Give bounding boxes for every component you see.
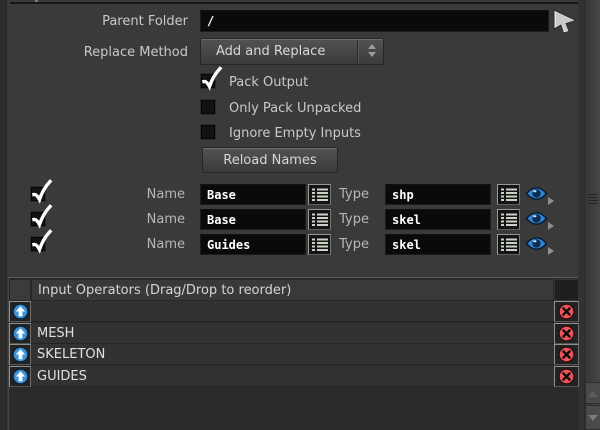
vertical-scrollbar[interactable] (584, 0, 600, 430)
list-item[interactable] (31, 301, 554, 322)
dropdown-spinner-icon (368, 44, 376, 57)
list-menu-icon (500, 188, 517, 201)
scroll-up-button[interactable] (585, 382, 600, 404)
move-up-icon (12, 325, 28, 342)
ignore-empty-inputs-label: Ignore Empty Inputs (229, 126, 361, 141)
table-header-right-cell (554, 279, 579, 301)
row2-name-label: Name (146, 212, 185, 227)
row1-name-menu-button[interactable] (308, 184, 331, 205)
ignore-empty-inputs-checkbox[interactable] (200, 124, 216, 140)
row3-type-value: skel (392, 237, 421, 252)
item3-move-up-button[interactable] (9, 366, 31, 387)
row2-type-menu-button[interactable] (497, 209, 520, 230)
row1-eye-menu-triangle[interactable] (548, 197, 554, 205)
row2-name-menu-button[interactable] (308, 209, 331, 230)
row2-eye-menu-triangle[interactable] (548, 222, 554, 230)
move-up-icon (12, 346, 28, 363)
scroll-up-icon (588, 391, 598, 397)
row2-name-input[interactable]: Base (200, 209, 306, 230)
list-item[interactable]: SKELETON (31, 344, 554, 365)
row2-name-value: Base (207, 212, 236, 227)
scroll-down-button[interactable] (585, 405, 600, 430)
checkmark-icon (202, 66, 223, 91)
top-separator-tick (35, 0, 38, 2)
row1-type-label: Type (339, 187, 369, 202)
list-item-label: MESH (37, 325, 75, 341)
scroll-down-icon (588, 415, 598, 421)
scrollbar-grip[interactable] (585, 192, 600, 206)
left-edge-strip (0, 0, 7, 430)
delete-x-icon (558, 325, 575, 342)
checkmark-icon (32, 179, 53, 204)
row3-eye-menu-triangle[interactable] (548, 247, 554, 255)
row1-name-value: Base (207, 187, 236, 202)
list-item-label: GUIDES (37, 368, 87, 384)
parent-folder-label: Parent Folder (102, 14, 188, 29)
row3-type-input[interactable]: skel (385, 234, 491, 255)
list-item[interactable]: MESH (31, 323, 554, 344)
replace-method-label: Replace Method (83, 45, 188, 60)
input-operators-header-label: Input Operators (Drag/Drop to reorder) (38, 282, 292, 298)
checkmark-icon (32, 204, 53, 229)
list-item-label: SKELETON (37, 346, 106, 362)
item2-delete-button[interactable] (554, 344, 579, 365)
list-menu-icon (500, 213, 517, 226)
replace-method-dropdown[interactable]: Add and Replace (200, 38, 384, 65)
delete-x-icon (558, 368, 575, 385)
input-operators-table: Input Operators (Drag/Drop to reorder) M… (8, 277, 579, 430)
row2-type-input[interactable]: skel (385, 209, 491, 230)
row1-type-value: shp (392, 187, 414, 202)
row1-name-input[interactable]: Base (200, 184, 306, 205)
row3-name-label: Name (146, 237, 185, 252)
pack-output-label: Pack Output (229, 75, 309, 90)
row3-visibility-eye-icon[interactable] (524, 235, 549, 252)
row2-enable-checkbox[interactable] (30, 204, 53, 229)
delete-x-icon (558, 303, 575, 320)
row3-name-input[interactable]: Guides (200, 234, 306, 255)
reload-names-label: Reload Names (223, 152, 317, 168)
dropdown-divider-highlight (358, 40, 359, 63)
top-separator (10, 2, 583, 4)
pack-output-checkbox[interactable] (200, 66, 223, 91)
row3-name-menu-button[interactable] (308, 234, 331, 255)
move-up-icon (12, 368, 28, 385)
item0-move-up-button[interactable] (9, 301, 31, 322)
item0-delete-button[interactable] (554, 301, 579, 322)
list-menu-icon (311, 238, 328, 251)
row2-type-label: Type (339, 212, 369, 227)
row1-type-input[interactable]: shp (385, 184, 491, 205)
checkmark-icon (32, 229, 53, 254)
item1-move-up-button[interactable] (9, 323, 31, 344)
reload-names-button[interactable]: Reload Names (202, 147, 338, 173)
row1-visibility-eye-icon[interactable] (524, 185, 549, 202)
row3-type-label: Type (339, 237, 369, 252)
item1-delete-button[interactable] (554, 323, 579, 344)
parent-folder-value: / (207, 14, 215, 28)
row2-type-value: skel (392, 212, 421, 227)
operator-picker-arrow-icon[interactable] (551, 7, 579, 35)
item2-move-up-button[interactable] (9, 344, 31, 365)
parent-folder-input[interactable]: / (200, 10, 549, 32)
only-pack-unpacked-label: Only Pack Unpacked (229, 101, 362, 116)
table-header-left-cell (9, 279, 31, 301)
only-pack-unpacked-checkbox[interactable] (200, 99, 216, 115)
row3-type-menu-button[interactable] (497, 234, 520, 255)
row1-enable-checkbox[interactable] (30, 179, 53, 204)
row1-name-label: Name (146, 187, 185, 202)
row3-name-value: Guides (207, 237, 251, 252)
row3-enable-checkbox[interactable] (30, 229, 53, 254)
replace-method-value: Add and Replace (216, 44, 326, 59)
list-menu-icon (500, 238, 517, 251)
row1-type-menu-button[interactable] (497, 184, 520, 205)
list-menu-icon (311, 188, 328, 201)
item3-delete-button[interactable] (554, 366, 579, 387)
move-up-icon (12, 303, 28, 320)
delete-x-icon (558, 346, 575, 363)
row2-visibility-eye-icon[interactable] (524, 210, 549, 227)
list-item[interactable]: GUIDES (31, 366, 554, 387)
input-operators-header: Input Operators (Drag/Drop to reorder) (31, 279, 554, 301)
parameter-panel: Parent Folder / Replace Method Add and R… (0, 0, 600, 430)
list-menu-icon (311, 213, 328, 226)
